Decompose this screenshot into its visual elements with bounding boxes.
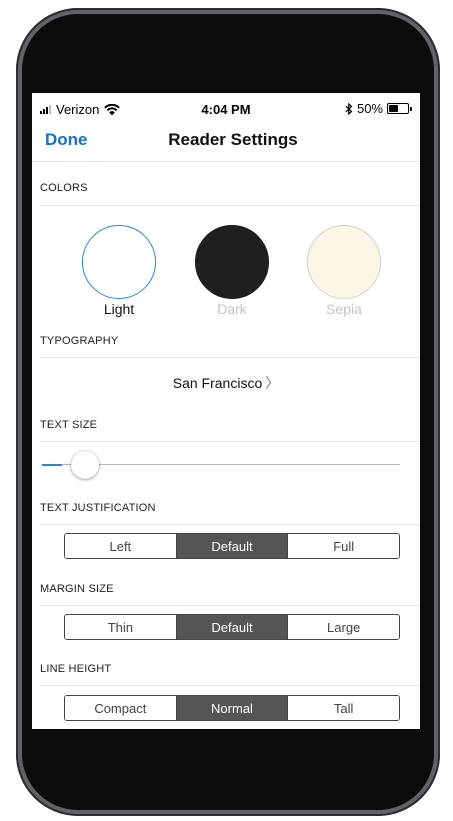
divider	[40, 357, 420, 358]
divider	[40, 605, 420, 606]
justification-option-full[interactable]: Full	[288, 534, 399, 558]
nav-bar: Done Reader Settings	[32, 123, 420, 162]
text-size-section-label: TEXT SIZE	[40, 419, 98, 431]
line-height-option-normal[interactable]: Normal	[176, 696, 289, 720]
font-name: San Francisco	[172, 375, 263, 391]
divider	[40, 524, 420, 525]
status-bar: Verizon 4:04 PM 50%	[32, 93, 420, 123]
status-right: 50%	[345, 101, 412, 116]
font-picker-row[interactable]: San Francisco 〉	[32, 373, 420, 393]
battery-icon	[387, 103, 409, 114]
colors-section-label: COLORS	[40, 182, 88, 194]
divider	[40, 685, 420, 686]
margin-option-default[interactable]: Default	[176, 615, 289, 639]
justification-option-default[interactable]: Default	[176, 534, 289, 558]
text-size-slider-thumb[interactable]	[71, 451, 99, 479]
color-swatch-sepia[interactable]	[307, 225, 381, 299]
line-height-option-tall[interactable]: Tall	[288, 696, 399, 720]
justification-option-left[interactable]: Left	[65, 534, 177, 558]
margin-size-control: Thin Default Large	[64, 614, 400, 640]
battery-nub	[410, 106, 412, 111]
chevron-right-icon: 〉	[265, 375, 280, 391]
text-size-slider-fill	[42, 463, 62, 466]
screen: Verizon 4:04 PM 50% Done Reader Settings…	[32, 93, 420, 729]
line-height-control: Compact Normal Tall	[64, 695, 400, 721]
margin-option-large[interactable]: Large	[288, 615, 399, 639]
color-swatch-light[interactable]	[82, 225, 156, 299]
margin-size-section-label: MARGIN SIZE	[40, 583, 114, 595]
typography-section-label: TYPOGRAPHY	[40, 335, 119, 347]
divider	[40, 205, 420, 206]
battery-percent: 50%	[356, 101, 383, 116]
color-swatch-dark[interactable]	[195, 225, 269, 299]
divider	[40, 441, 420, 442]
text-justification-section-label: TEXT JUSTIFICATION	[40, 502, 156, 514]
line-height-section-label: LINE HEIGHT	[40, 663, 112, 675]
color-label-dark: Dark	[217, 301, 247, 317]
page-title: Reader Settings	[168, 130, 298, 149]
color-label-sepia: Sepia	[326, 301, 362, 317]
line-height-option-compact[interactable]: Compact	[65, 696, 177, 720]
color-label-light: Light	[103, 301, 135, 317]
bluetooth-icon	[345, 102, 353, 115]
margin-option-thin[interactable]: Thin	[65, 615, 177, 639]
text-justification-control: Left Default Full	[64, 533, 400, 559]
